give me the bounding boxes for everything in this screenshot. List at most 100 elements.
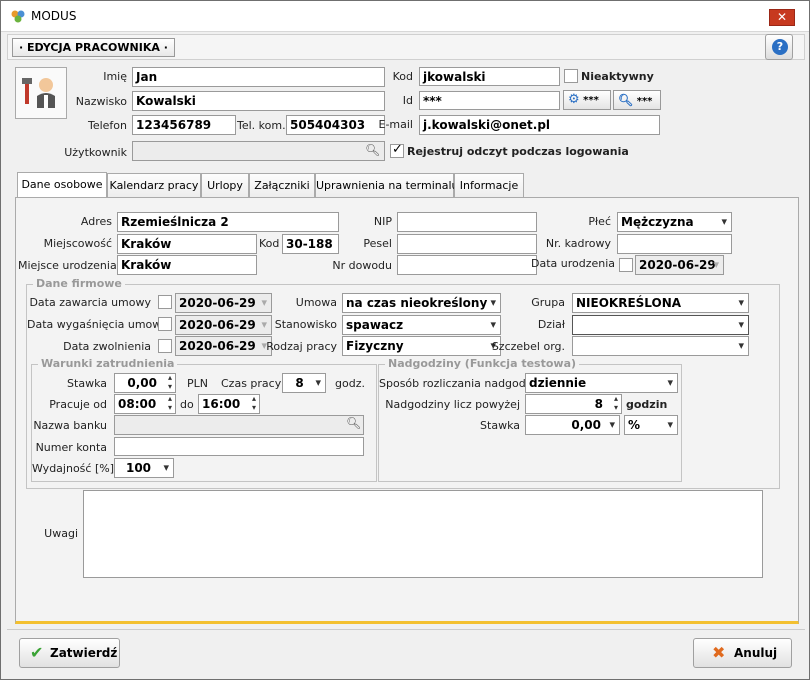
data-wygasniecia-checkbox[interactable] (158, 317, 172, 331)
search-icon: 🔍︎ (618, 93, 634, 107)
header-bar: · EDYCJA PRACOWNIKA · (7, 34, 805, 60)
form-title-button[interactable]: · EDYCJA PRACOWNIKA · (12, 38, 175, 57)
imie-label: Imię (103, 70, 127, 83)
uwagi-label: Uwagi (44, 527, 78, 540)
nip-field[interactable] (397, 212, 537, 232)
dzial-dropdown[interactable] (572, 315, 749, 335)
imie-field[interactable]: Jan (132, 67, 385, 87)
adres-label: Adres (80, 215, 112, 228)
plec-dropdown[interactable]: Mężczyzna (617, 212, 732, 232)
search-id-button[interactable]: 🔍︎ *** (613, 90, 661, 110)
generate-id-button[interactable]: ⚙ *** (563, 90, 611, 110)
nadg-stawka-label: Stawka (480, 419, 520, 432)
data-zwolnienia-checkbox[interactable] (158, 339, 172, 353)
anuluj-button[interactable]: ✖ Anuluj (693, 638, 792, 668)
data-wygasniecia-picker[interactable]: 2020-06-29 (175, 315, 272, 335)
tab-uprawnienia[interactable]: Uprawnienia na terminalu (315, 173, 458, 198)
nieaktywny-checkbox[interactable] (564, 69, 578, 83)
id-field[interactable]: *** (419, 91, 560, 110)
umowa-dropdown[interactable]: na czas nieokreślony (342, 293, 501, 313)
powyzej-label: Nadgodziny licz powyżej (385, 398, 520, 411)
gear-button-label: *** (583, 95, 599, 106)
pracuje-od-spinner[interactable]: 08:00 (114, 394, 176, 414)
stanowisko-dropdown[interactable]: spawacz (342, 315, 501, 335)
help-button[interactable]: ? (765, 34, 793, 60)
email-field[interactable]: j.kowalski@onet.pl (419, 115, 660, 135)
tab-panel: Adres Rzemieślnicza 2 Miejscowość Kraków… (15, 197, 799, 624)
help-icon: ? (772, 39, 788, 55)
stawka-dropdown[interactable]: 0,00 (114, 373, 176, 393)
nazwisko-label: Nazwisko (75, 95, 127, 108)
window-title: MODUS (31, 9, 77, 23)
window: MODUS ✕ · EDYCJA PRACOWNIKA · ? Imię Jan… (0, 0, 810, 680)
data-zwolnienia-label: Data zwolnienia (63, 340, 151, 353)
sposob-dropdown[interactable]: dziennie (525, 373, 678, 393)
grupa-dropdown[interactable]: NIEOKREŚLONA (572, 293, 749, 313)
nadg-jednostka-dropdown[interactable]: % (624, 415, 678, 435)
form-title: EDYCJA PRACOWNIKA (27, 41, 160, 54)
data-zwolnienia-picker[interactable]: 2020-06-29 (175, 336, 272, 356)
kod-field[interactable]: jkowalski (419, 67, 560, 86)
nadg-stawka-dropdown[interactable]: 0,00 (525, 415, 620, 435)
nr-dowodu-label: Nr dowodu (332, 259, 392, 272)
nazwa-banku-field[interactable] (114, 415, 364, 435)
miejsce-urodzenia-field[interactable]: Kraków (117, 255, 257, 275)
rodzaj-pracy-dropdown[interactable]: Fizyczny (342, 336, 501, 356)
data-wygasniecia-label: Data wygaśnięcia umowy (27, 318, 168, 331)
telkom-label: Tel. kom. (237, 119, 286, 132)
nr-kadrowy-label: Nr. kadrowy (545, 237, 611, 250)
uzytkownik-field[interactable] (132, 141, 385, 161)
wydajnosc-dropdown[interactable]: 100 (114, 458, 174, 478)
czas-pracy-dropdown[interactable]: 8 (282, 373, 326, 393)
kod-pocztowy-field[interactable]: 30-188 (282, 234, 339, 254)
worker-icon (22, 78, 55, 108)
wydajnosc-label: Wydajność [%] (32, 462, 114, 475)
zatwierdz-button[interactable]: ✔ Zatwierdź (19, 638, 120, 668)
tab-urlopy[interactable]: Urlopy (201, 173, 249, 198)
rejestruj-checkbox[interactable] (390, 142, 404, 158)
nr-dowodu-field[interactable] (397, 255, 537, 275)
adres-field[interactable]: Rzemieślnicza 2 (117, 212, 339, 232)
zatwierdz-label: Zatwierdź (50, 646, 118, 660)
nr-kadrowy-field[interactable] (617, 234, 732, 254)
nazwa-banku-label: Nazwa banku (33, 419, 107, 432)
szczebel-label: Szczebel org. (491, 340, 565, 353)
search-button-label: *** (636, 96, 653, 107)
telkom-field[interactable]: 505404303 (286, 115, 385, 135)
tab-informacje[interactable]: Informacje (454, 173, 524, 198)
sposob-label: Sposób rozliczania nadgodzin (379, 377, 542, 390)
tab-kalendarz-pracy[interactable]: Kalendarz pracy (107, 173, 201, 198)
employee-avatar[interactable] (15, 67, 67, 119)
powyzej-spinner[interactable]: 8 (525, 394, 622, 414)
check-icon: ✔ (30, 643, 44, 662)
tab-zalaczniki[interactable]: Załączniki (249, 173, 315, 198)
pesel-label: Pesel (363, 237, 392, 250)
data-zawarcia-checkbox[interactable] (158, 295, 172, 309)
umowa-label: Umowa (295, 296, 337, 309)
pracuje-do-spinner[interactable]: 16:00 (198, 394, 260, 414)
dane-firmowe-group: Dane firmowe Data zawarcia umowy 2020-06… (26, 277, 780, 489)
kod-label: Kod (392, 70, 413, 83)
footer-bar: ✔ Zatwierdź ✖ Anuluj (7, 629, 805, 675)
miejscowosc-field[interactable]: Kraków (117, 234, 257, 254)
miejscowosc-label: Miejscowość (43, 237, 112, 250)
data-urodzenia-checkbox[interactable] (619, 258, 633, 272)
data-urodzenia-picker[interactable]: 2020-06-29 (635, 255, 724, 275)
tab-dane-osobowe[interactable]: Dane osobowe (17, 172, 107, 199)
godz-label: godz. (335, 377, 365, 390)
nazwisko-field[interactable]: Kowalski (132, 91, 385, 111)
szczebel-dropdown[interactable] (572, 336, 749, 356)
pesel-field[interactable] (397, 234, 537, 254)
uwagi-textarea[interactable] (83, 490, 763, 578)
data-urodzenia-label: Data urodzenia (531, 257, 616, 270)
numer-konta-field[interactable] (114, 437, 364, 456)
nadgodziny-group: Nadgodziny (Funkcja testowa) Sposób rozl… (378, 357, 682, 482)
telefon-label: Telefon (87, 119, 127, 132)
close-button[interactable]: ✕ (769, 9, 795, 26)
bank-search-icon[interactable]: 🔍︎ (346, 416, 361, 430)
anuluj-label: Anuluj (734, 646, 778, 660)
warunki-title: Warunki zatrudnienia (38, 357, 178, 370)
magnifier-icon[interactable]: 🔍︎ (365, 143, 380, 157)
data-zawarcia-picker[interactable]: 2020-06-29 (175, 293, 272, 313)
telefon-field[interactable]: 123456789 (132, 115, 236, 135)
